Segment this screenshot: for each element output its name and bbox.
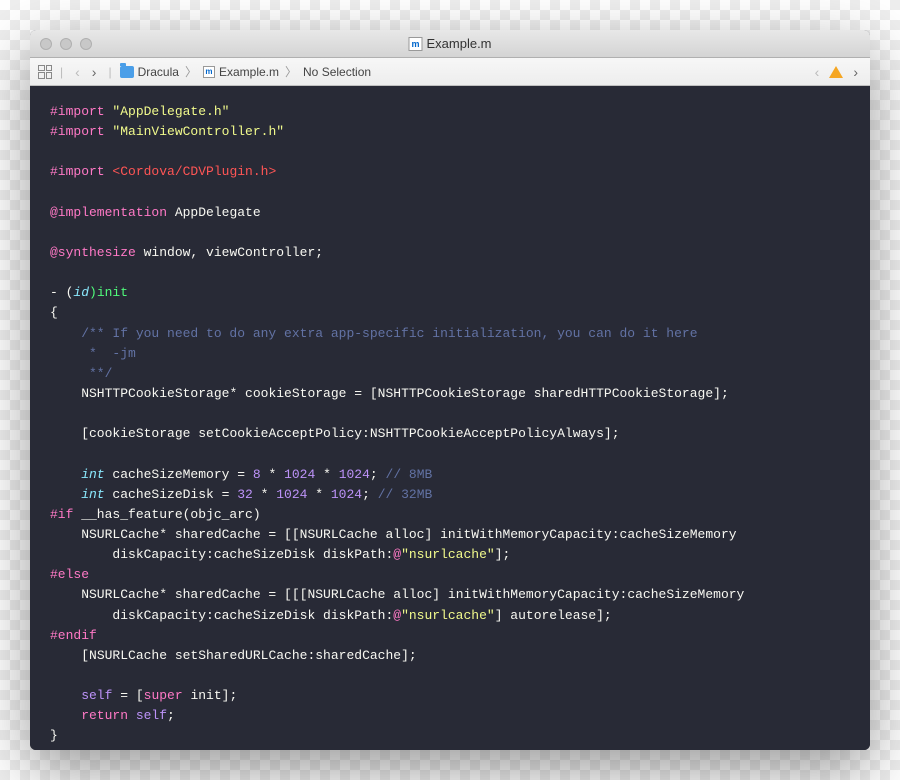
code-editor[interactable]: #import "AppDelegate.h" #import "MainVie… [30,86,870,750]
breadcrumb-bar: | ‹ › | Dracula 〉 m Example.m 〉 No Selec… [30,58,870,86]
window-title: m Example.m [408,36,491,51]
breadcrumb-project[interactable]: Dracula [138,65,179,79]
separator: | [108,65,111,79]
chevron-right-icon: 〉 [285,63,297,80]
close-button[interactable] [40,38,52,50]
zoom-button[interactable] [80,38,92,50]
titlebar: m Example.m [30,30,870,58]
next-issue-button[interactable]: › [849,64,862,80]
forward-button[interactable]: › [88,64,101,80]
related-items-icon[interactable] [38,65,52,79]
project-icon [120,66,134,78]
file-icon: m [408,37,422,51]
chevron-right-icon: 〉 [185,63,197,80]
minimize-button[interactable] [60,38,72,50]
warning-icon[interactable] [829,66,843,78]
file-icon: m [203,66,215,78]
back-button[interactable]: ‹ [71,64,84,80]
separator: | [60,65,63,79]
traffic-lights [40,38,92,50]
xcode-window: m Example.m | ‹ › | Dracula 〉 m Example.… [30,30,870,750]
breadcrumb-selection[interactable]: No Selection [303,65,371,79]
breadcrumb-file[interactable]: Example.m [219,65,279,79]
prev-issue-button[interactable]: ‹ [811,64,824,80]
title-text: Example.m [426,36,491,51]
